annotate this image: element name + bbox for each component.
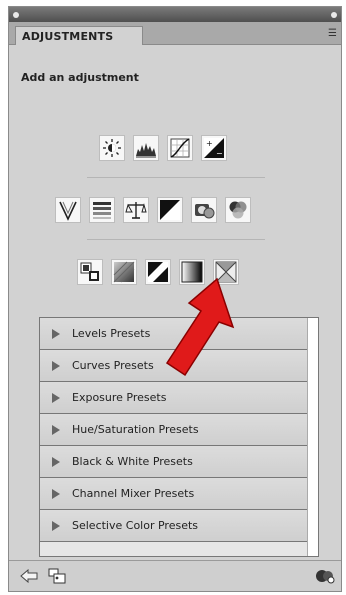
red-arrow-icon: [165, 277, 235, 377]
svg-text:+: +: [206, 139, 213, 148]
expand-triangle-icon[interactable]: [52, 457, 60, 467]
panel-menu-icon[interactable]: ☰: [319, 28, 337, 40]
vibrance-icon[interactable]: [55, 197, 81, 223]
expand-triangle-icon[interactable]: [52, 425, 60, 435]
expand-triangle-icon[interactable]: [52, 361, 60, 371]
expand-triangle-icon[interactable]: [52, 329, 60, 339]
icon-row-1: + −: [99, 135, 227, 161]
levels-icon[interactable]: [133, 135, 159, 161]
preset-label: Channel Mixer Presets: [72, 487, 195, 500]
presets-scrollbar[interactable]: [307, 318, 318, 556]
return-arrow-icon[interactable]: [19, 567, 39, 585]
expand-triangle-icon[interactable]: [52, 489, 60, 499]
preset-row[interactable]: Black & White Presets: [40, 446, 310, 478]
close-knob-icon[interactable]: [331, 12, 337, 18]
preset-label: Selective Color Presets: [72, 519, 199, 532]
panel-titlebar[interactable]: [9, 7, 341, 22]
clip-layer-icon[interactable]: [47, 567, 67, 585]
separator-2: [87, 239, 265, 240]
preset-label: Curves Presets: [72, 359, 154, 372]
curves-icon[interactable]: [167, 135, 193, 161]
expand-triangle-icon[interactable]: [52, 521, 60, 531]
channel-mixer-icon[interactable]: [225, 197, 251, 223]
color-balance-icon[interactable]: [123, 197, 149, 223]
preset-row[interactable]: Hue/Saturation Presets: [40, 414, 310, 446]
preset-label: Levels Presets: [72, 327, 151, 340]
preset-label: Exposure Presets: [72, 391, 167, 404]
svg-text:−: −: [216, 149, 223, 158]
hue-saturation-icon[interactable]: [89, 197, 115, 223]
preset-row[interactable]: Selective Color Presets: [40, 510, 310, 542]
preset-label: Black & White Presets: [72, 455, 193, 468]
exposure-icon[interactable]: + −: [201, 135, 227, 161]
panel-footer: [9, 560, 341, 591]
icon-row-2: [55, 197, 251, 223]
expand-triangle-icon[interactable]: [52, 393, 60, 403]
tab-row: ADJUSTMENTS ☰: [9, 22, 341, 45]
brightness-contrast-icon[interactable]: [99, 135, 125, 161]
preset-label: Hue/Saturation Presets: [72, 423, 199, 436]
black-white-icon[interactable]: [157, 197, 183, 223]
collapse-knob-icon[interactable]: [13, 12, 19, 18]
preset-row[interactable]: Channel Mixer Presets: [40, 478, 310, 510]
preset-row[interactable]: Exposure Presets: [40, 382, 310, 414]
posterize-icon[interactable]: [111, 259, 137, 285]
tab-adjustments[interactable]: ADJUSTMENTS: [15, 26, 143, 45]
adjustments-panel: ADJUSTMENTS ☰ Add an adjustment + − Leve…: [8, 6, 342, 592]
photo-filter-icon[interactable]: [191, 197, 217, 223]
separator-1: [87, 177, 265, 178]
panel-subtitle: Add an adjustment: [21, 71, 139, 84]
invert-icon[interactable]: [77, 259, 103, 285]
visibility-icon[interactable]: [315, 567, 335, 585]
